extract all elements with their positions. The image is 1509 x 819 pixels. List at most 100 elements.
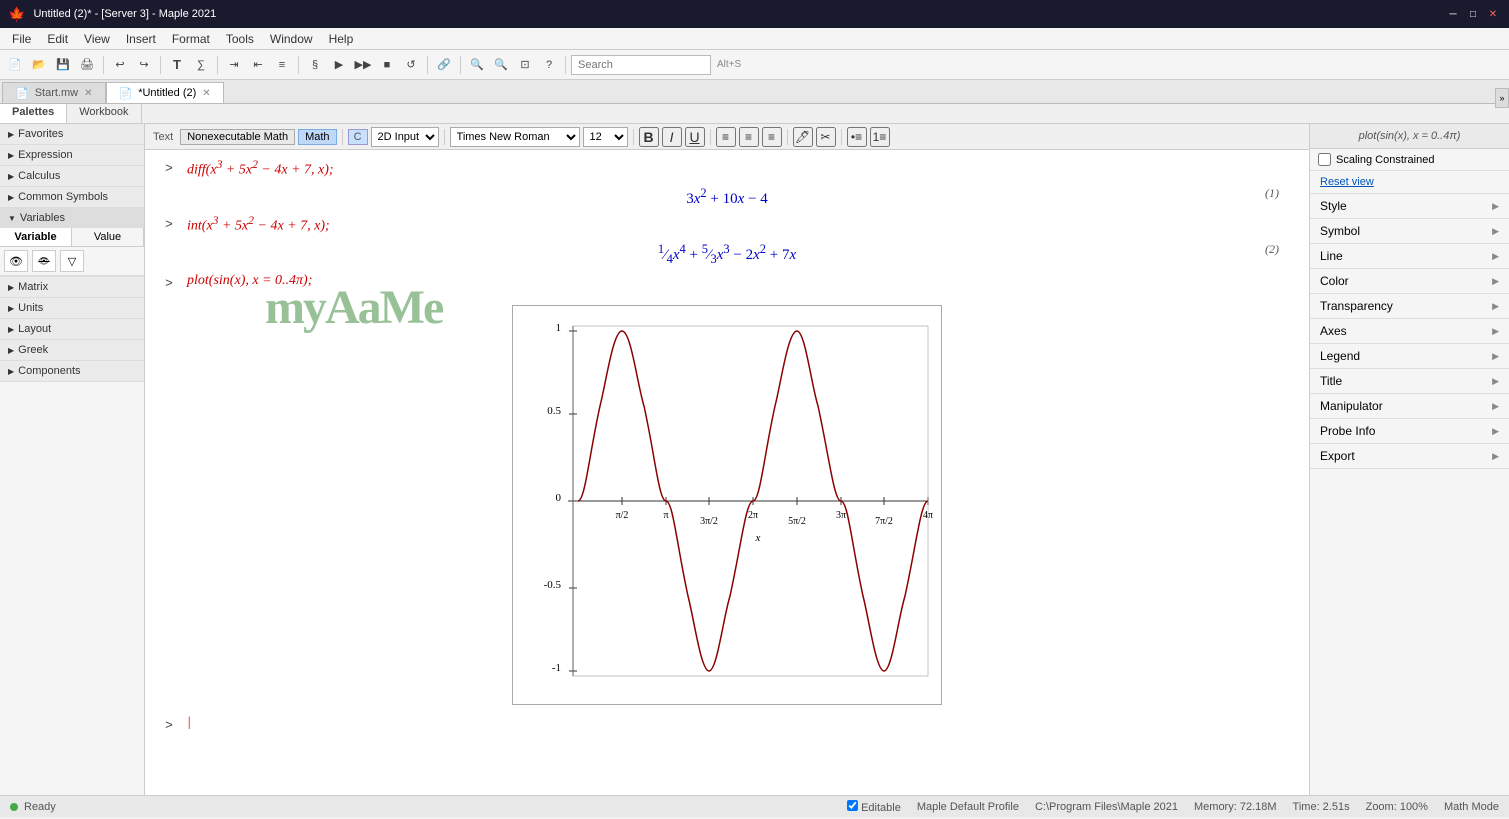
eye-slash-button[interactable]: 👁: [32, 250, 56, 272]
tab-untitled-close[interactable]: ✕: [202, 88, 210, 99]
indent-button[interactable]: ⇥: [223, 54, 245, 76]
rp-probe-info[interactable]: Probe Info ▶: [1310, 419, 1509, 444]
fmt-sep-5: [787, 129, 788, 145]
rp-style[interactable]: Style ▶: [1310, 194, 1509, 219]
titlebar-controls[interactable]: ─ □ ✕: [1445, 6, 1501, 22]
value-tab[interactable]: Value: [72, 228, 144, 246]
eye-button[interactable]: 👁: [4, 250, 28, 272]
link-button[interactable]: 🔗: [433, 54, 455, 76]
marker-button[interactable]: 🖊: [793, 127, 813, 147]
ws-input-1[interactable]: diff(x3 + 5x2 − 4x + 7, x);: [187, 158, 334, 179]
right-panel-expand[interactable]: »: [1495, 88, 1509, 108]
italic-button[interactable]: I: [662, 127, 682, 147]
sidebar-units-header[interactable]: ▶ Units: [0, 298, 144, 318]
sidebar-variables-header[interactable]: ▼ Variables: [0, 208, 144, 228]
clear-format-button[interactable]: ✂: [816, 127, 836, 147]
align-center[interactable]: ≡: [739, 127, 759, 147]
bullet-list-button[interactable]: •≡: [847, 127, 867, 147]
plot-container[interactable]: 1 0.5 0 -0.5 -1 π/2: [165, 305, 1289, 705]
rp-probe-info-label: Probe Info: [1320, 424, 1375, 438]
insert-section[interactable]: §: [304, 54, 326, 76]
workbook-tab[interactable]: Workbook: [67, 104, 141, 123]
mode-status: Math Mode: [1444, 801, 1499, 813]
filter-button[interactable]: ▽: [60, 250, 84, 272]
new-button[interactable]: 📄: [4, 54, 26, 76]
tab-untitled[interactable]: 📄 *Untitled (2) ✕: [106, 82, 224, 103]
minimize-button[interactable]: ─: [1445, 6, 1461, 22]
save-button[interactable]: 💾: [52, 54, 74, 76]
text-button[interactable]: T: [166, 54, 188, 76]
rp-title[interactable]: Title ▶: [1310, 369, 1509, 394]
outdent-button[interactable]: ⇤: [247, 54, 269, 76]
menu-window[interactable]: Window: [262, 30, 321, 48]
zoom-in[interactable]: 🔍: [490, 54, 512, 76]
math-button-fmt[interactable]: Math: [298, 129, 336, 145]
menu-help[interactable]: Help: [321, 30, 362, 48]
rp-axes[interactable]: Axes ▶: [1310, 319, 1509, 344]
align-left[interactable]: ≡: [716, 127, 736, 147]
rp-transparency[interactable]: Transparency ▶: [1310, 294, 1509, 319]
open-button[interactable]: 📂: [28, 54, 50, 76]
bold-button[interactable]: B: [639, 127, 659, 147]
sidebar-greek-header[interactable]: ▶ Greek: [0, 340, 144, 360]
redo-button[interactable]: ↪: [133, 54, 155, 76]
variable-tab[interactable]: Variable: [0, 228, 72, 246]
menu-format[interactable]: Format: [164, 30, 218, 48]
tab-start-close[interactable]: ✕: [84, 88, 92, 99]
sidebar-matrix-header[interactable]: ▶ Matrix: [0, 277, 144, 297]
rp-line[interactable]: Line ▶: [1310, 244, 1509, 269]
num-list-button[interactable]: 1≡: [870, 127, 890, 147]
scaling-constrained-checkbox[interactable]: [1318, 153, 1331, 166]
ws-input-3[interactable]: plot(sin(x), x = 0..4π);: [187, 273, 312, 289]
execute-all[interactable]: ▶▶: [352, 54, 374, 76]
execute-button[interactable]: ▶: [328, 54, 350, 76]
palettes-tab[interactable]: Palettes: [0, 104, 67, 123]
rp-transparency-arrow: ▶: [1492, 301, 1499, 312]
zoom-out[interactable]: 🔍: [466, 54, 488, 76]
zoom-fit[interactable]: ⊡: [514, 54, 536, 76]
rp-export[interactable]: Export ▶: [1310, 444, 1509, 469]
sine-plot[interactable]: 1 0.5 0 -0.5 -1 π/2: [512, 305, 942, 705]
align-right[interactable]: ≡: [762, 127, 782, 147]
font-size-select[interactable]: 12 10 14 16 18: [583, 127, 628, 147]
rp-export-label: Export: [1320, 449, 1355, 463]
menu-edit[interactable]: Edit: [39, 30, 76, 48]
print-button[interactable]: 🖨: [76, 54, 98, 76]
sidebar-common-symbols-header[interactable]: ▶ Common Symbols: [0, 187, 144, 207]
rp-legend[interactable]: Legend ▶: [1310, 344, 1509, 369]
sidebar-calculus-header[interactable]: ▶ Calculus: [0, 166, 144, 186]
editable-checkbox[interactable]: [847, 800, 858, 811]
sidebar-layout-header[interactable]: ▶ Layout: [0, 319, 144, 339]
menu-insert[interactable]: Insert: [118, 30, 164, 48]
nonexecutable-math-button[interactable]: Nonexecutable Math: [180, 129, 295, 145]
restart-button[interactable]: ↺: [400, 54, 422, 76]
math-button[interactable]: ∑: [190, 54, 212, 76]
input-mode-select[interactable]: 2D Input 1D Input: [371, 127, 439, 147]
ws-cursor[interactable]: |: [187, 715, 191, 731]
layout-label: Layout: [18, 323, 51, 335]
ws-input-2[interactable]: int(x3 + 5x2 − 4x + 7, x);: [187, 214, 330, 235]
sidebar-expression-header[interactable]: ▶ Expression: [0, 145, 144, 165]
maximize-button[interactable]: □: [1465, 6, 1481, 22]
close-button[interactable]: ✕: [1485, 6, 1501, 22]
search-input[interactable]: [571, 55, 711, 75]
sidebar-favorites-header[interactable]: ▶ Favorites: [0, 124, 144, 144]
list-button[interactable]: ≡: [271, 54, 293, 76]
undo-button[interactable]: ↩: [109, 54, 131, 76]
rp-color[interactable]: Color ▶: [1310, 269, 1509, 294]
svg-text:3π/2: 3π/2: [700, 516, 718, 527]
zoom-help[interactable]: ?: [538, 54, 560, 76]
font-family-select[interactable]: Times New Roman Arial Courier New: [450, 127, 580, 147]
tab-start[interactable]: 📄 Start.mw ✕: [2, 82, 106, 103]
menu-tools[interactable]: Tools: [218, 30, 262, 48]
sidebar-components-header[interactable]: ▶ Components: [0, 361, 144, 381]
fmt-sep-1: [342, 129, 343, 145]
menu-file[interactable]: File: [4, 30, 39, 48]
statusbar: Ready Editable Maple Default Profile C:\…: [0, 795, 1509, 817]
stop-button[interactable]: ■: [376, 54, 398, 76]
rp-symbol[interactable]: Symbol ▶: [1310, 219, 1509, 244]
menu-view[interactable]: View: [76, 30, 118, 48]
underline-button[interactable]: U: [685, 127, 705, 147]
rp-manipulator[interactable]: Manipulator ▶: [1310, 394, 1509, 419]
reset-view-link[interactable]: Reset view: [1310, 171, 1509, 194]
